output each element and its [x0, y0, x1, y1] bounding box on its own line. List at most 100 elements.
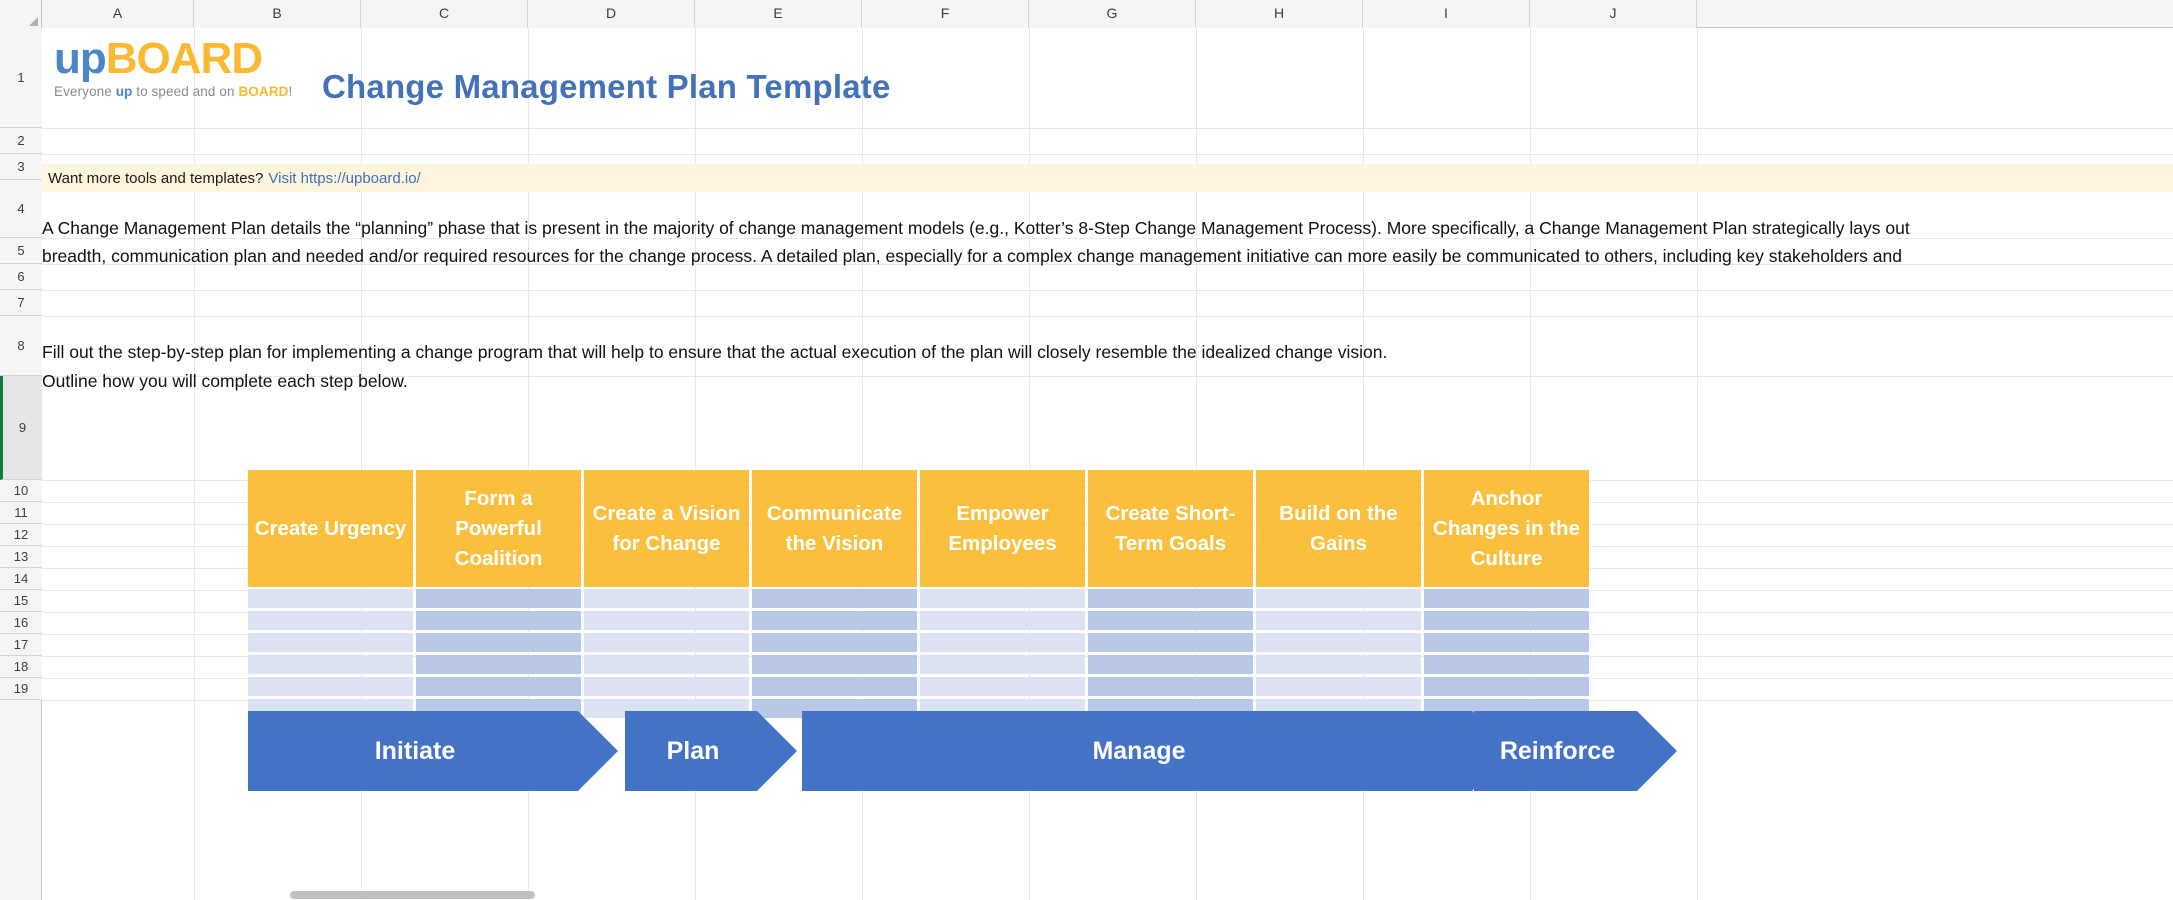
column-header-j[interactable]: J — [1530, 0, 1697, 28]
kotter-step-entry-cells — [416, 589, 581, 718]
kotter-step-entry-cells — [1088, 589, 1253, 718]
kotter-entry-cell[interactable] — [1424, 633, 1589, 652]
kotter-entry-cell[interactable] — [416, 589, 581, 608]
kotter-entry-cell[interactable] — [752, 589, 917, 608]
kotter-entry-cell[interactable] — [1088, 655, 1253, 674]
kotter-step-column: Empower Employees — [920, 470, 1085, 721]
kotter-step-header: Communicate the Vision — [752, 470, 917, 587]
kotter-entry-cell[interactable] — [920, 677, 1085, 696]
kotter-entry-cell[interactable] — [920, 589, 1085, 608]
kotter-entry-cell[interactable] — [1424, 677, 1589, 696]
promo-text: Want more tools and templates? — [48, 170, 263, 187]
column-header-c[interactable]: C — [361, 0, 528, 28]
kotter-entry-cell[interactable] — [584, 677, 749, 696]
kotter-entry-cell[interactable] — [248, 655, 413, 674]
row-header-7[interactable]: 7 — [0, 290, 42, 316]
kotter-entry-cell[interactable] — [920, 633, 1085, 652]
column-header-i[interactable]: I — [1363, 0, 1530, 28]
kotter-entry-cell[interactable] — [1256, 677, 1421, 696]
kotter-entry-cell[interactable] — [1424, 589, 1589, 608]
row-header-18[interactable]: 18 — [0, 656, 42, 678]
kotter-entry-cell[interactable] — [584, 611, 749, 630]
row-header-8[interactable]: 8 — [0, 316, 42, 376]
kotter-entry-cell[interactable] — [1256, 611, 1421, 630]
row-header-15[interactable]: 15 — [0, 590, 42, 612]
kotter-entry-cell[interactable] — [1256, 589, 1421, 608]
kotter-entry-cell[interactable] — [752, 633, 917, 652]
kotter-step-column: Create Short-Term Goals — [1088, 470, 1253, 721]
page-title: Change Management Plan Template — [322, 68, 891, 106]
description-line-2: breadth, communication plan and needed a… — [42, 242, 2173, 270]
gridline-horizontal — [42, 316, 2173, 317]
instructions-block: Fill out the step-by-step plan for imple… — [42, 338, 2173, 396]
gridline-horizontal — [42, 128, 2173, 129]
column-header-a[interactable]: A — [42, 0, 194, 28]
kotter-entry-cell[interactable] — [248, 611, 413, 630]
row-header-4[interactable]: 4 — [0, 180, 42, 238]
kotter-entry-cell[interactable] — [416, 677, 581, 696]
kotter-entry-cell[interactable] — [1088, 611, 1253, 630]
gridline-vertical — [1697, 28, 1698, 900]
kotter-entry-cell[interactable] — [752, 677, 917, 696]
row-header-9[interactable]: 9 — [0, 376, 42, 480]
row-header-16[interactable]: 16 — [0, 612, 42, 634]
kotter-entry-cell[interactable] — [584, 633, 749, 652]
row-header-12[interactable]: 12 — [0, 524, 42, 546]
kotter-entry-cell[interactable] — [1424, 655, 1589, 674]
row-header-13[interactable]: 13 — [0, 546, 42, 568]
kotter-step-column: Form a Powerful Coalition — [416, 470, 581, 721]
kotter-entry-cell[interactable] — [920, 655, 1085, 674]
row-header-column: 12345678910111213141516171819 — [0, 28, 42, 900]
promo-link[interactable]: Visit https://upboard.io/ — [268, 170, 420, 187]
kotter-steps-table: Create UrgencyForm a Powerful CoalitionC… — [248, 470, 1589, 721]
kotter-entry-cell[interactable] — [1088, 633, 1253, 652]
column-header-e[interactable]: E — [695, 0, 862, 28]
kotter-entry-cell[interactable] — [584, 655, 749, 674]
kotter-step-header: Create a Vision for Change — [584, 470, 749, 587]
kotter-entry-cell[interactable] — [752, 611, 917, 630]
column-header-h[interactable]: H — [1196, 0, 1363, 28]
row-header-14[interactable]: 14 — [0, 568, 42, 590]
row-header-11[interactable]: 11 — [0, 502, 42, 524]
kotter-entry-cell[interactable] — [1088, 677, 1253, 696]
row-header-3[interactable]: 3 — [0, 154, 42, 180]
kotter-entry-cell[interactable] — [584, 589, 749, 608]
kotter-entry-cell[interactable] — [920, 611, 1085, 630]
kotter-entry-cell[interactable] — [416, 655, 581, 674]
column-header-f[interactable]: F — [862, 0, 1029, 28]
row-header-5[interactable]: 5 — [0, 238, 42, 264]
gridline-horizontal — [42, 154, 2173, 155]
row-header-19[interactable]: 19 — [0, 678, 42, 700]
kotter-entry-cell[interactable] — [248, 677, 413, 696]
tagline-up: up — [116, 84, 133, 99]
kotter-step-column: Create a Vision for Change — [584, 470, 749, 721]
kotter-entry-cell[interactable] — [416, 633, 581, 652]
kotter-entry-cell[interactable] — [1256, 633, 1421, 652]
kotter-entry-cell[interactable] — [248, 633, 413, 652]
row-header-10[interactable]: 10 — [0, 480, 42, 502]
kotter-entry-cell[interactable] — [248, 589, 413, 608]
column-header-row: ABCDEFGHIJ — [0, 0, 2173, 28]
kotter-step-column: Create Urgency — [248, 470, 413, 721]
kotter-entry-cell[interactable] — [752, 655, 917, 674]
phase-arrow-label: Plan — [667, 737, 720, 766]
select-all-corner[interactable] — [0, 0, 42, 28]
kotter-step-entry-cells — [920, 589, 1085, 718]
row-header-17[interactable]: 17 — [0, 634, 42, 656]
kotter-step-column: Build on the Gains — [1256, 470, 1421, 721]
kotter-entry-cell[interactable] — [1256, 655, 1421, 674]
horizontal-scrollbar-thumb[interactable] — [290, 891, 535, 899]
kotter-entry-cell[interactable] — [1424, 611, 1589, 630]
phase-arrow-label: Manage — [1092, 737, 1185, 766]
row-header-1[interactable]: 1 — [0, 28, 42, 128]
kotter-entry-cell[interactable] — [416, 611, 581, 630]
column-header-g[interactable]: G — [1029, 0, 1196, 28]
promo-banner: Want more tools and templates? Visit htt… — [42, 164, 2173, 192]
column-header-d[interactable]: D — [528, 0, 695, 28]
column-header-b[interactable]: B — [194, 0, 361, 28]
row-header-6[interactable]: 6 — [0, 264, 42, 290]
row-header-2[interactable]: 2 — [0, 128, 42, 154]
logo-wordmark: upBOARD — [54, 36, 316, 82]
tagline-part-3: ! — [288, 84, 292, 99]
kotter-entry-cell[interactable] — [1088, 589, 1253, 608]
